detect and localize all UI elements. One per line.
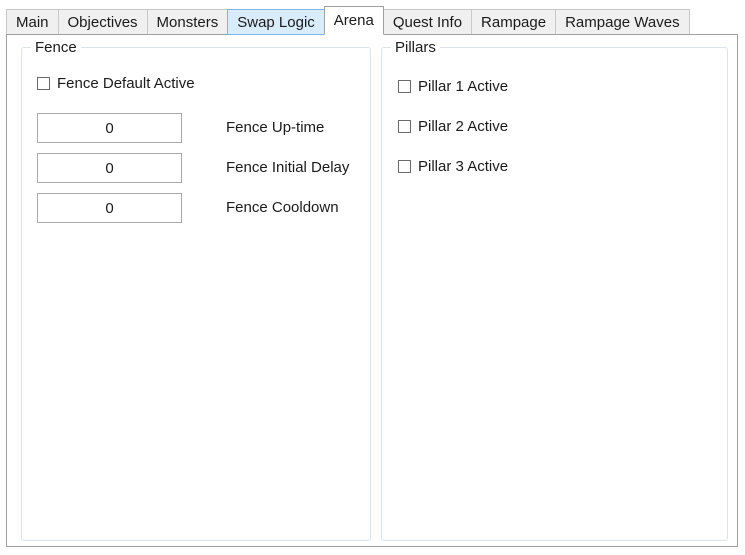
tab-quest-info[interactable]: Quest Info	[382, 9, 473, 35]
tab-bar: Main Objectives Monsters Swap Logic Aren…	[6, 6, 690, 35]
pillar-2-active-checkbox-row[interactable]: Pillar 2 Active	[398, 118, 508, 135]
pillar-1-active-checkbox[interactable]	[398, 80, 411, 93]
fence-uptime-label: Fence Up-time	[226, 119, 325, 136]
pillar-2-active-label: Pillar 2 Active	[418, 118, 509, 135]
tab-objectives[interactable]: Objectives	[57, 9, 148, 35]
pillar-3-active-checkbox[interactable]	[398, 160, 411, 173]
fence-group: Fence Fence Default Active Fence Up-time…	[21, 39, 371, 541]
pillar-1-active-checkbox-row[interactable]: Pillar 1 Active	[398, 78, 508, 95]
fence-default-active-checkbox[interactable]	[37, 77, 50, 90]
pillar-2-active-checkbox[interactable]	[398, 120, 411, 133]
fence-default-active-label: Fence Default Active	[57, 75, 195, 92]
pillars-group: Pillars Pillar 1 Active Pillar 2 Active …	[381, 39, 728, 541]
fence-cooldown-input[interactable]	[37, 193, 182, 223]
fence-cooldown-row: Fence Cooldown	[37, 193, 339, 223]
tab-rampage-waves[interactable]: Rampage Waves	[555, 9, 690, 35]
pillar-1-active-label: Pillar 1 Active	[418, 78, 509, 95]
tab-arena[interactable]: Arena	[323, 6, 384, 35]
tab-main[interactable]: Main	[6, 9, 59, 35]
tab-content-panel: Fence Fence Default Active Fence Up-time…	[6, 34, 738, 547]
fence-cooldown-label: Fence Cooldown	[226, 199, 339, 216]
fence-initial-delay-input[interactable]	[37, 153, 182, 183]
tab-swap-logic[interactable]: Swap Logic	[227, 9, 325, 35]
tab-rampage[interactable]: Rampage	[471, 9, 557, 35]
fence-default-active-checkbox-row[interactable]: Fence Default Active	[37, 75, 195, 92]
fence-initial-delay-label: Fence Initial Delay	[226, 159, 350, 176]
fence-uptime-input[interactable]	[37, 113, 182, 143]
fence-uptime-row: Fence Up-time	[37, 113, 324, 143]
pillar-3-active-checkbox-row[interactable]: Pillar 3 Active	[398, 158, 508, 175]
tab-monsters[interactable]: Monsters	[146, 9, 229, 35]
fence-initial-delay-row: Fence Initial Delay	[37, 153, 349, 183]
pillar-3-active-label: Pillar 3 Active	[418, 158, 509, 175]
pillars-group-title: Pillars	[391, 39, 440, 56]
fence-group-title: Fence	[31, 39, 81, 56]
